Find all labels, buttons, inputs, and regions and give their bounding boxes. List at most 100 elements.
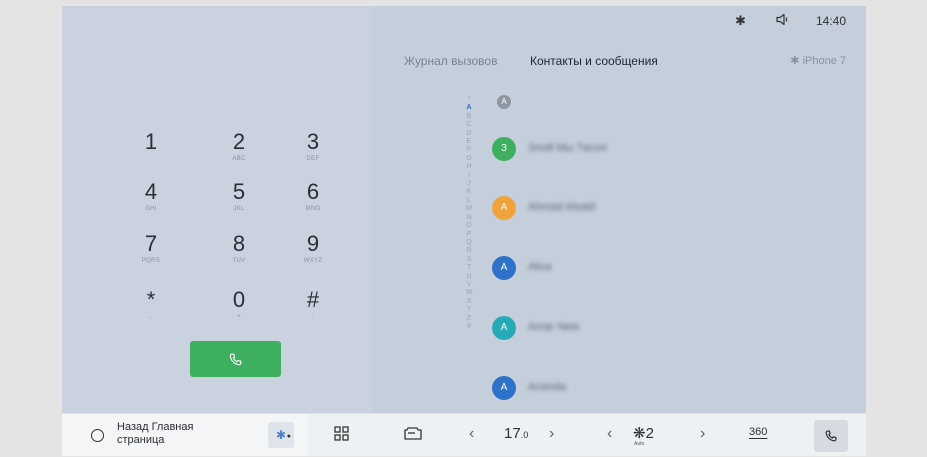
car-icon[interactable] bbox=[404, 426, 422, 446]
list-item[interactable]: A Amar New bbox=[492, 316, 792, 342]
temperature: 17.0 bbox=[504, 425, 528, 442]
key-letters: JKL bbox=[233, 206, 245, 212]
key-digit: 0 bbox=[232, 287, 246, 312]
list-item[interactable]: З Злой Мы Тасол bbox=[492, 137, 792, 163]
alphabet-letter[interactable]: E bbox=[462, 138, 476, 146]
alphabet-letter[interactable]: M bbox=[462, 205, 476, 213]
alphabet-letter[interactable]: C bbox=[462, 121, 476, 129]
fan-increase-icon[interactable]: › bbox=[700, 425, 705, 443]
list-item[interactable]: A Alice bbox=[492, 256, 792, 282]
alphabet-letter[interactable]: D bbox=[462, 130, 476, 138]
alphabet-index[interactable]: * A B C D E F G H I J K L M N O P Q R S T U V W X Y Z # bbox=[462, 96, 476, 331]
contact-name: Alice bbox=[528, 261, 552, 273]
key-digit: * bbox=[146, 287, 156, 312]
alphabet-letter[interactable]: P bbox=[462, 231, 476, 239]
contact-name: Amar New bbox=[528, 321, 580, 333]
grid-icon[interactable] bbox=[334, 426, 349, 446]
home-circle-icon bbox=[91, 429, 104, 442]
clock: 14:40 bbox=[815, 14, 846, 28]
avatar: A bbox=[492, 256, 516, 280]
alphabet-letter[interactable]: L bbox=[462, 197, 476, 205]
phone-button[interactable] bbox=[814, 420, 848, 452]
key-8[interactable]: 8 TUV bbox=[207, 232, 271, 282]
key-letters: WXYZ bbox=[303, 258, 323, 264]
key-9[interactable]: 9 WXYZ bbox=[281, 232, 345, 282]
alphabet-letter[interactable]: T bbox=[462, 264, 476, 272]
key-digit: 8 bbox=[232, 231, 246, 256]
view-360-button[interactable]: 360 bbox=[749, 426, 767, 438]
key-star[interactable]: *, bbox=[119, 288, 183, 338]
home-button[interactable]: Назад Главная страница ✱ ● bbox=[62, 414, 308, 456]
temp-increase-icon[interactable]: › bbox=[549, 425, 554, 443]
key-3[interactable]: 3 DEF bbox=[281, 130, 345, 180]
bluetooth-icon: ✱ bbox=[735, 13, 746, 28]
alphabet-letter[interactable]: Z bbox=[462, 315, 476, 323]
fan-auto-label: Auto bbox=[634, 441, 645, 447]
temperature-value: 17 bbox=[504, 425, 521, 442]
key-2[interactable]: 2 ABC bbox=[207, 130, 271, 180]
key-letters: GHI bbox=[145, 206, 157, 212]
tab-call-log[interactable]: Журнал вызовов bbox=[404, 54, 497, 68]
key-letters: ABC bbox=[232, 156, 246, 162]
bluetooth-off-icon[interactable]: ✱ ● bbox=[268, 422, 294, 448]
list-item[interactable]: A Ahmad Alsaid bbox=[492, 196, 792, 222]
phone-app: 1 2 ABC 3 DEF 4 GHI 5 JKL 6 MNO 7 PQRS 8 TUV 9 WXYZ *, 0 + #… bbox=[62, 6, 866, 413]
alphabet-letter[interactable]: H bbox=[462, 163, 476, 171]
key-digit: 3 bbox=[306, 129, 320, 154]
call-button[interactable] bbox=[190, 341, 281, 377]
volume-icon bbox=[776, 13, 790, 29]
list-item[interactable]: A Ananda bbox=[492, 376, 792, 402]
status-bar: ✱ 14:40 bbox=[726, 6, 866, 38]
alphabet-letter[interactable]: U bbox=[462, 273, 476, 281]
alphabet-letter[interactable]: B bbox=[462, 113, 476, 121]
alphabet-letter[interactable]: R bbox=[462, 247, 476, 255]
alphabet-letter[interactable]: Y bbox=[462, 306, 476, 314]
key-digit: 5 bbox=[232, 179, 246, 204]
alphabet-letter[interactable]: N bbox=[462, 214, 476, 222]
alphabet-letter[interactable]: F bbox=[462, 146, 476, 154]
key-6[interactable]: 6 MNO bbox=[281, 180, 345, 230]
fan-level: ❋2 Auto bbox=[633, 424, 654, 447]
key-digit: # bbox=[306, 287, 320, 312]
alphabet-letter[interactable]: # bbox=[462, 323, 476, 331]
alphabet-letter[interactable]: S bbox=[462, 256, 476, 264]
key-digit: 4 bbox=[144, 179, 158, 204]
avatar: A bbox=[492, 316, 516, 340]
dialpad-panel: 1 2 ABC 3 DEF 4 GHI 5 JKL 6 MNO 7 PQRS 8 TUV 9 WXYZ *, 0 + #… bbox=[62, 6, 372, 413]
alphabet-letter[interactable]: I bbox=[462, 172, 476, 180]
key-4[interactable]: 4 GHI bbox=[119, 180, 183, 230]
contact-name: Ananda bbox=[528, 381, 566, 393]
key-letters: PQRS bbox=[141, 258, 161, 264]
home-label: Назад Главная страница bbox=[117, 421, 194, 446]
avatar: A bbox=[492, 376, 516, 400]
alphabet-letter[interactable]: X bbox=[462, 298, 476, 306]
alphabet-letter[interactable]: V bbox=[462, 281, 476, 289]
key-digit: 2 bbox=[232, 129, 246, 154]
alphabet-letter[interactable]: Q bbox=[462, 239, 476, 247]
key-hash[interactable]: #; bbox=[281, 288, 345, 338]
temp-decrease-icon[interactable]: ‹ bbox=[469, 425, 474, 443]
alphabet-letter[interactable]: A bbox=[462, 104, 476, 112]
key-7[interactable]: 7 PQRS bbox=[119, 232, 183, 282]
avatar: З bbox=[492, 137, 516, 161]
section-header: A bbox=[497, 95, 511, 109]
alphabet-letter[interactable]: G bbox=[462, 155, 476, 163]
connected-device: ✱ iPhone 7 bbox=[790, 55, 846, 67]
alphabet-letter[interactable]: O bbox=[462, 222, 476, 230]
tab-contacts-messages[interactable]: Контакты и сообщения bbox=[530, 54, 658, 68]
phone-icon bbox=[825, 430, 837, 442]
fan-level-value: 2 bbox=[645, 425, 654, 442]
key-0[interactable]: 0 + bbox=[207, 288, 271, 338]
alphabet-letter[interactable]: * bbox=[462, 96, 476, 104]
key-1[interactable]: 1 bbox=[119, 130, 183, 180]
bottom-bar: Назад Главная страница ✱ ● ‹ 17.0 › ‹ ❋2 … bbox=[62, 413, 866, 456]
key-digit: 7 bbox=[144, 231, 158, 256]
alphabet-letter[interactable]: W bbox=[462, 289, 476, 297]
alphabet-letter[interactable]: K bbox=[462, 188, 476, 196]
key-letters: MNO bbox=[305, 206, 321, 212]
key-letters: + bbox=[237, 314, 241, 320]
key-5[interactable]: 5 JKL bbox=[207, 180, 271, 230]
alphabet-letter[interactable]: J bbox=[462, 180, 476, 188]
fan-decrease-icon[interactable]: ‹ bbox=[607, 425, 612, 443]
key-letters: , bbox=[150, 314, 152, 320]
